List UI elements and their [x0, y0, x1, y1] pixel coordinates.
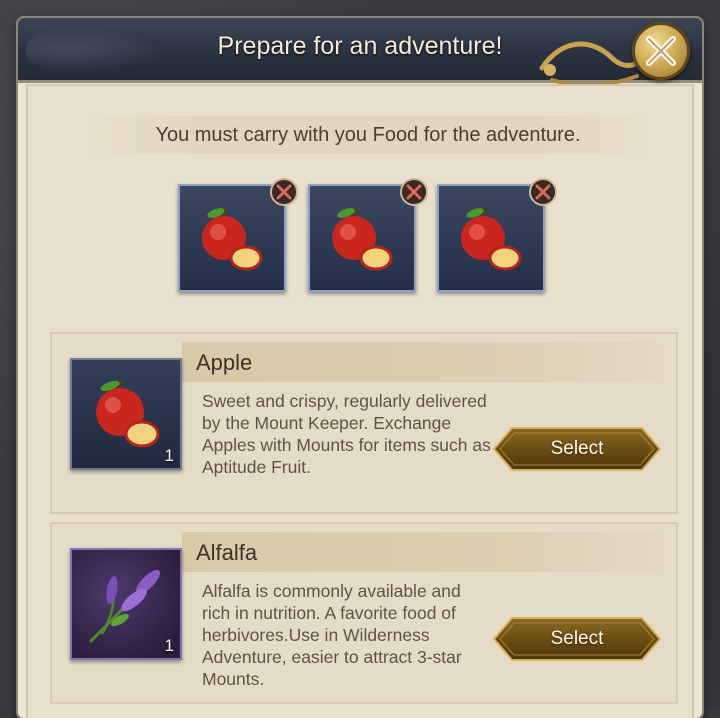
select-button-label: Select: [550, 628, 604, 649]
instruction-text: You must carry with you Food for the adv…: [88, 116, 648, 154]
food-name: Alfalfa: [196, 540, 258, 565]
food-slot-3[interactable]: [437, 178, 557, 292]
food-name: Apple: [196, 350, 253, 375]
apple-icon: [202, 207, 263, 271]
remove-slot-3-button[interactable]: [529, 178, 557, 206]
remove-x-icon: [406, 184, 422, 200]
food-description: Sweet and crispy, regularly delivered by…: [202, 391, 491, 477]
food-description: Alfalfa is commonly available and rich i…: [202, 581, 462, 689]
select-alfalfa-button[interactable]: Select: [492, 616, 662, 662]
dialog-body: You must carry with you Food for the adv…: [26, 84, 694, 718]
food-card-apple: Apple 1 Sweet and crispy, regularly deli…: [50, 332, 678, 514]
food-thumbnail[interactable]: 1: [70, 358, 182, 470]
food-quantity: 1: [164, 446, 174, 465]
food-card-alfalfa: Alfalfa 1 Alfalfa is commonly available …: [50, 522, 678, 704]
food-quantity: 1: [164, 636, 174, 655]
food-name-bar: Alfalfa: [182, 532, 662, 572]
food-slot-1[interactable]: [178, 178, 298, 292]
apple-icon: [461, 207, 522, 271]
apple-icon: [332, 207, 393, 271]
remove-x-icon: [535, 184, 551, 200]
select-button-label: Select: [550, 438, 604, 459]
remove-slot-2-button[interactable]: [400, 178, 428, 206]
remove-x-icon: [276, 184, 292, 200]
food-thumbnail[interactable]: 1: [70, 548, 182, 660]
remove-slot-1-button[interactable]: [270, 178, 298, 206]
close-x-icon: [646, 36, 676, 66]
food-slot-2[interactable]: [308, 178, 428, 292]
food-name-bar: Apple: [182, 342, 662, 382]
adventure-dialog: Prepare for an adventure! You must carry…: [18, 18, 702, 718]
close-button[interactable]: [632, 22, 690, 80]
select-apple-button[interactable]: Select: [492, 426, 662, 472]
